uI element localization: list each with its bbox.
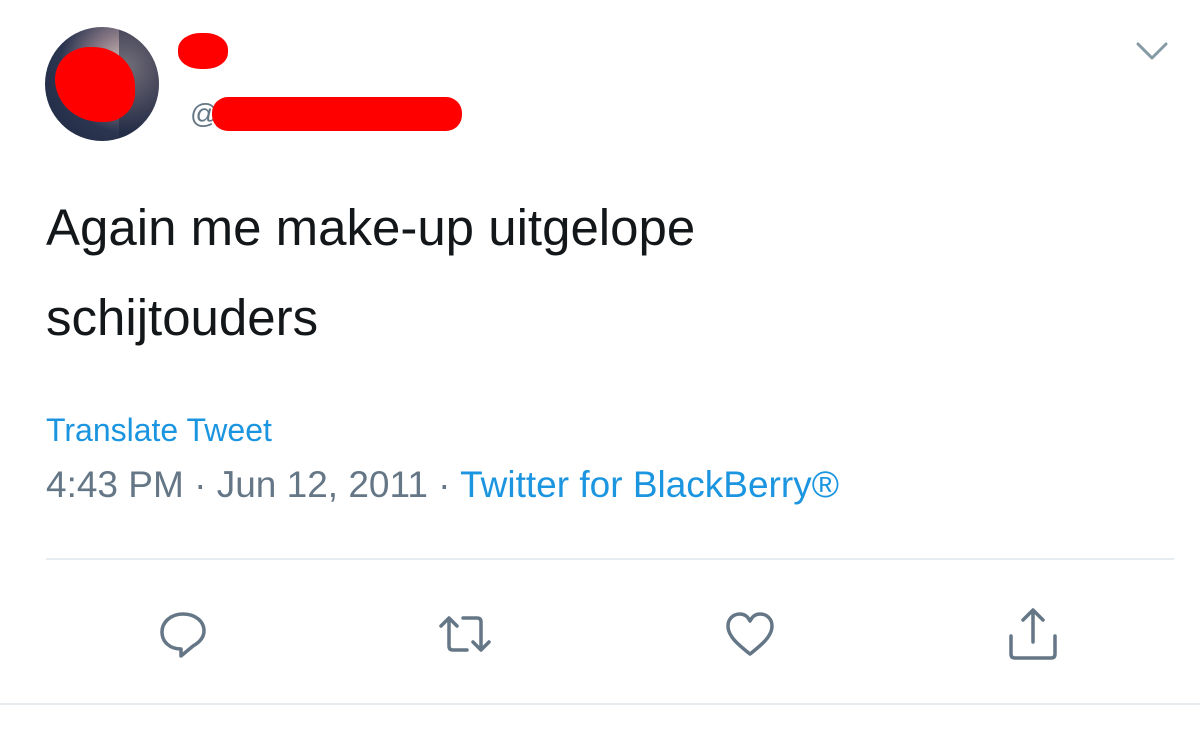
avatar[interactable] <box>45 27 159 141</box>
handle-redaction <box>212 97 463 131</box>
chevron-down-icon[interactable] <box>1132 36 1172 66</box>
like-button[interactable] <box>720 604 780 664</box>
divider <box>46 558 1174 560</box>
tweet-time[interactable]: 4:43 PM <box>46 464 184 505</box>
retweet-icon <box>439 616 491 652</box>
tweet-text: Again me make-up uitgelope schijtouders <box>46 183 1146 363</box>
tweet-source-link[interactable]: Twitter for BlackBerry® <box>460 464 839 505</box>
translate-tweet-link[interactable]: Translate Tweet <box>46 412 272 449</box>
reply-button[interactable] <box>153 604 213 664</box>
avatar-redaction <box>55 47 135 122</box>
handle[interactable]: @ <box>190 92 463 136</box>
meta-separator: · <box>427 464 461 505</box>
meta-separator: · <box>183 464 217 505</box>
share-button[interactable] <box>1003 604 1063 664</box>
bottom-border <box>0 703 1200 705</box>
share-icon <box>1009 608 1057 660</box>
heart-icon <box>726 612 774 656</box>
retweet-button[interactable] <box>435 604 495 664</box>
tweet-text-line-2: schijtouders <box>46 289 319 346</box>
tweet-card: @ Again me make-up uitgelope schijtouder… <box>0 0 1200 739</box>
reply-icon <box>160 612 206 658</box>
display-name-redaction[interactable] <box>178 33 228 69</box>
tweet-date[interactable]: Jun 12, 2011 <box>217 464 428 505</box>
tweet-text-line-1: Again me make-up uitgelope <box>46 199 696 256</box>
tweet-meta: 4:43 PM · Jun 12, 2011 · Twitter for Bla… <box>46 464 839 506</box>
